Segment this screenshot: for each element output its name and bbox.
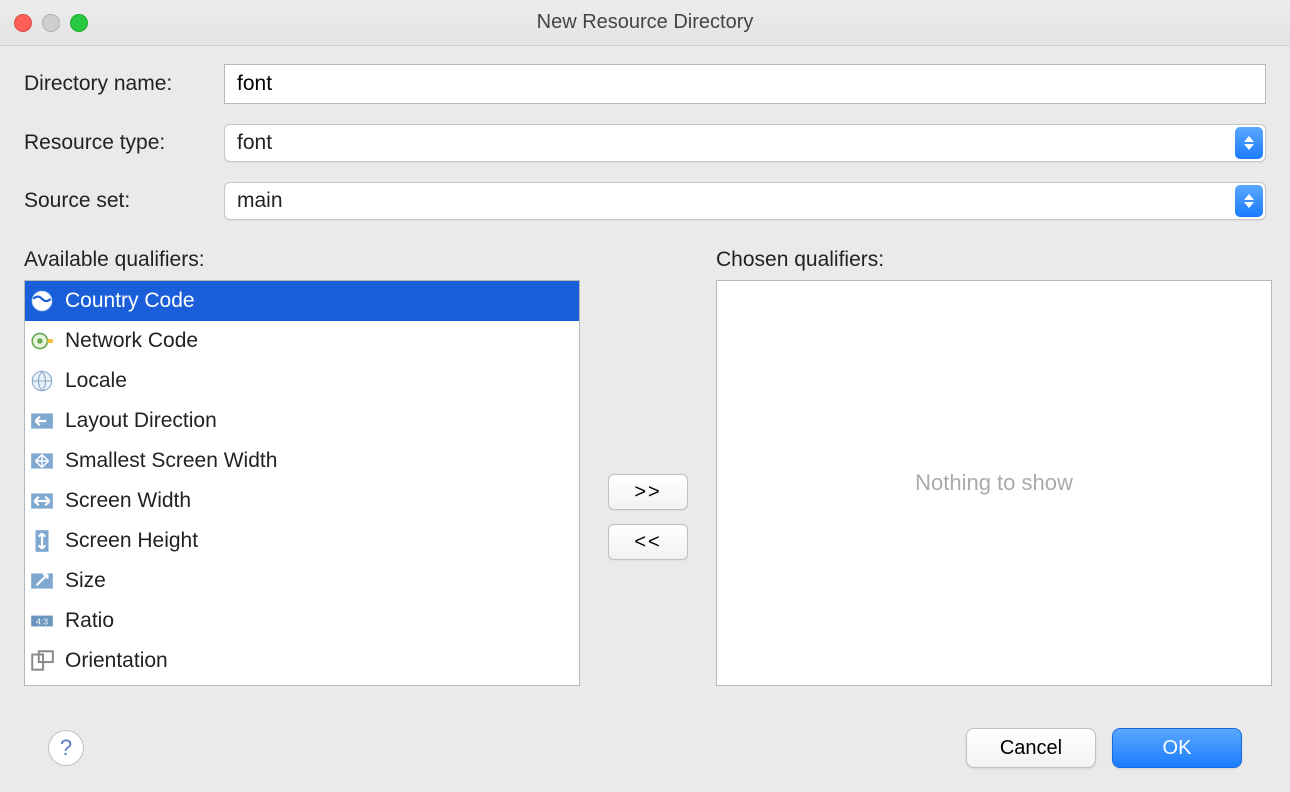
list-item[interactable]: Screen Height	[25, 521, 579, 561]
add-qualifier-button[interactable]: >>	[608, 474, 688, 510]
list-item-label: Country Code	[65, 289, 195, 313]
chosen-empty-placeholder: Nothing to show	[915, 470, 1073, 496]
available-qualifiers-column: Available qualifiers: Country Code Networ…	[24, 248, 580, 686]
list-item-label: Size	[65, 569, 106, 593]
dropdown-stepper-icon[interactable]	[1235, 127, 1263, 159]
svg-text:4:3: 4:3	[36, 616, 48, 626]
resource-type-row: Resource type: font	[24, 124, 1266, 162]
minimize-window-icon[interactable]	[42, 14, 60, 32]
list-item[interactable]: Orientation	[25, 641, 579, 681]
ratio-icon: 4:3	[29, 608, 55, 634]
list-item-label: Locale	[65, 369, 127, 393]
chosen-qualifiers-list[interactable]: Nothing to show	[716, 280, 1272, 686]
list-item[interactable]: Network Code	[25, 321, 579, 361]
country-code-icon	[29, 288, 55, 314]
list-item[interactable]: Screen Width	[25, 481, 579, 521]
list-item-label: Orientation	[65, 649, 168, 673]
list-item[interactable]: Layout Direction	[25, 401, 579, 441]
chosen-qualifiers-column: Chosen qualifiers: Nothing to show	[716, 248, 1272, 686]
size-icon	[29, 568, 55, 594]
directory-name-row: Directory name:	[24, 64, 1266, 104]
help-button[interactable]: ?	[48, 730, 84, 766]
network-code-icon	[29, 328, 55, 354]
cancel-button[interactable]: Cancel	[966, 728, 1096, 768]
resource-type-label: Resource type:	[24, 131, 224, 155]
layout-direction-icon	[29, 408, 55, 434]
dialog-title: New Resource Directory	[0, 11, 1290, 34]
source-set-value: main	[224, 182, 1266, 220]
available-qualifiers-label: Available qualifiers:	[24, 248, 580, 272]
directory-name-label: Directory name:	[24, 72, 224, 96]
dialog-content: Directory name: Resource type: font Sour…	[0, 46, 1290, 792]
locale-icon	[29, 368, 55, 394]
source-set-row: Source set: main	[24, 182, 1266, 220]
resource-type-value: font	[224, 124, 1266, 162]
dialog-window: New Resource Directory Directory name: R…	[0, 0, 1290, 792]
titlebar: New Resource Directory	[0, 0, 1290, 46]
ok-button[interactable]: OK	[1112, 728, 1242, 768]
list-item-label: Screen Height	[65, 529, 198, 553]
list-item-label: Ratio	[65, 609, 114, 633]
list-item[interactable]: 4:3 Ratio	[25, 601, 579, 641]
list-item[interactable]: Country Code	[25, 281, 579, 321]
list-item[interactable]: Smallest Screen Width	[25, 441, 579, 481]
zoom-window-icon[interactable]	[70, 14, 88, 32]
move-buttons: >> <<	[580, 348, 716, 686]
chosen-qualifiers-label: Chosen qualifiers:	[716, 248, 1272, 272]
smallest-width-icon	[29, 448, 55, 474]
close-window-icon[interactable]	[14, 14, 32, 32]
list-item[interactable]: Size	[25, 561, 579, 601]
source-set-select[interactable]: main	[224, 182, 1266, 220]
directory-name-input[interactable]	[224, 64, 1266, 104]
source-set-label: Source set:	[24, 189, 224, 213]
window-controls	[14, 14, 88, 32]
resource-type-select[interactable]: font	[224, 124, 1266, 162]
orientation-icon	[29, 648, 55, 674]
dialog-footer: ? Cancel OK	[24, 704, 1266, 792]
qualifiers-section: Available qualifiers: Country Code Networ…	[24, 248, 1266, 686]
dropdown-stepper-icon[interactable]	[1235, 185, 1263, 217]
screen-height-icon	[29, 528, 55, 554]
remove-qualifier-button[interactable]: <<	[608, 524, 688, 560]
list-item[interactable]: Locale	[25, 361, 579, 401]
list-item-label: Network Code	[65, 329, 198, 353]
available-qualifiers-list[interactable]: Country Code Network Code Locale Layout Dir…	[24, 280, 580, 686]
screen-width-icon	[29, 488, 55, 514]
list-item-label: Smallest Screen Width	[65, 449, 277, 473]
list-item-label: Layout Direction	[65, 409, 217, 433]
list-item-label: Screen Width	[65, 489, 191, 513]
